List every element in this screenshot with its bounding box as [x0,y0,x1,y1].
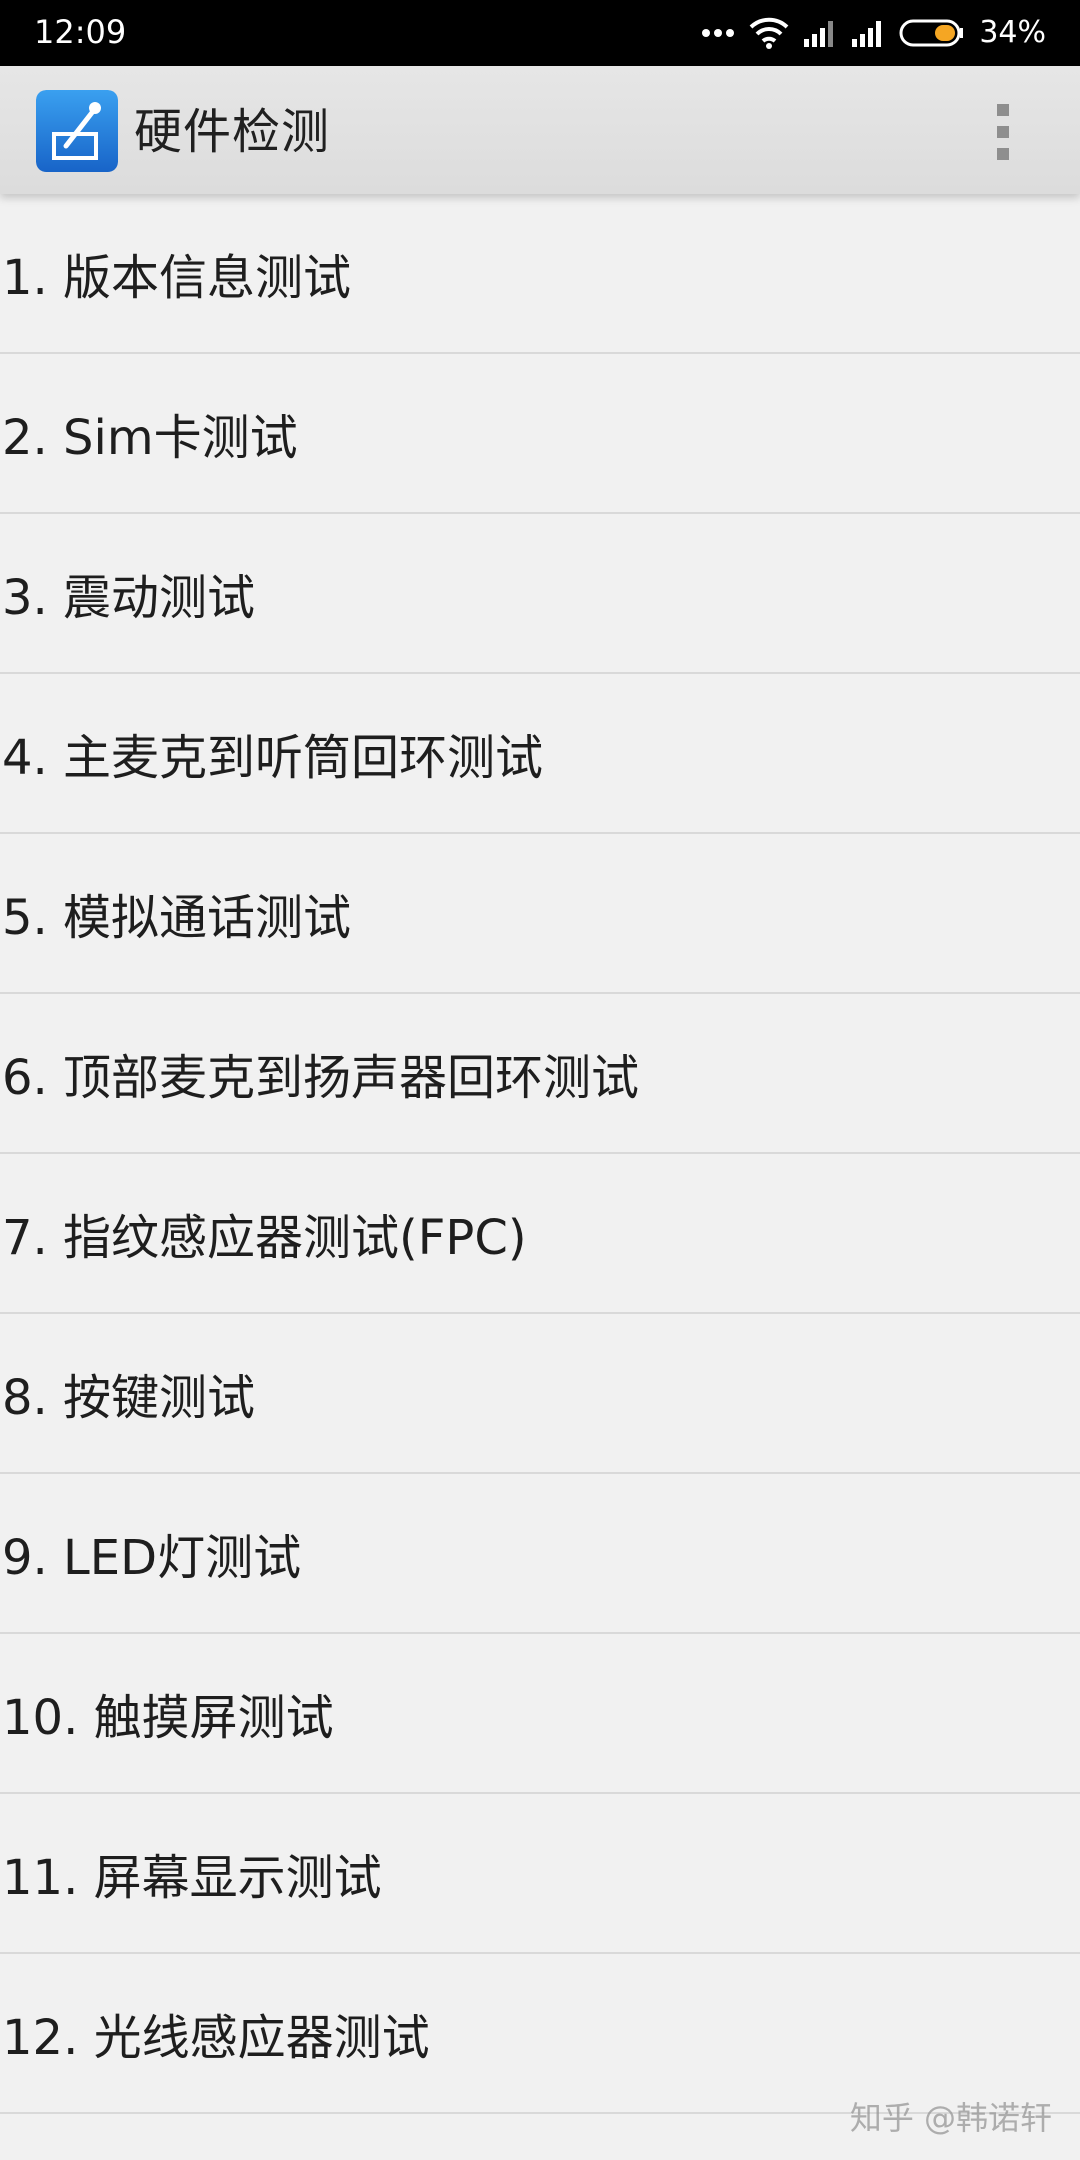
status-time: 12:09 [34,13,127,51]
list-item-screen-display[interactable]: 11. 屏幕显示测试 [0,1794,1080,1954]
list-item-version-info[interactable]: 1. 版本信息测试 [0,194,1080,354]
list-item-main-mic-receiver-loopback[interactable]: 4. 主麦克到听筒回环测试 [0,674,1080,834]
watermark: 知乎 @韩诺轩 [849,2099,1052,2137]
status-icons: 34% [701,10,1046,56]
test-list: 1. 版本信息测试 2. Sim卡测试 3. 震动测试 4. 主麦克到听筒回环测… [0,194,1080,2114]
more-options-icon[interactable] [985,102,1021,162]
signal-icon-1 [804,21,834,47]
list-item-simulated-call[interactable]: 5. 模拟通话测试 [0,834,1080,994]
wifi-icon [749,17,789,49]
status-bar: 12:09 34% [0,0,1080,66]
app-title: 硬件检测 [134,104,331,160]
list-item-light-sensor[interactable]: 12. 光线感应器测试 [0,1954,1080,2114]
more-notifications-icon [702,29,735,37]
list-item-fingerprint-sensor[interactable]: 7. 指纹感应器测试(FPC) [0,1154,1080,1314]
list-item-led[interactable]: 9. LED灯测试 [0,1474,1080,1634]
battery-percentage: 34% [979,15,1046,50]
battery-icon [899,19,964,47]
list-item-top-mic-speaker-loopback[interactable]: 6. 顶部麦克到扬声器回环测试 [0,994,1080,1154]
signal-icon-2 [852,21,882,47]
list-item-touchscreen[interactable]: 10. 触摸屏测试 [0,1634,1080,1794]
app-bar: 硬件检测 [0,66,1080,194]
list-item-vibration[interactable]: 3. 震动测试 [0,514,1080,674]
list-item-keys[interactable]: 8. 按键测试 [0,1314,1080,1474]
app-logo-icon [36,90,118,172]
list-item-sim-card[interactable]: 2. Sim卡测试 [0,354,1080,514]
